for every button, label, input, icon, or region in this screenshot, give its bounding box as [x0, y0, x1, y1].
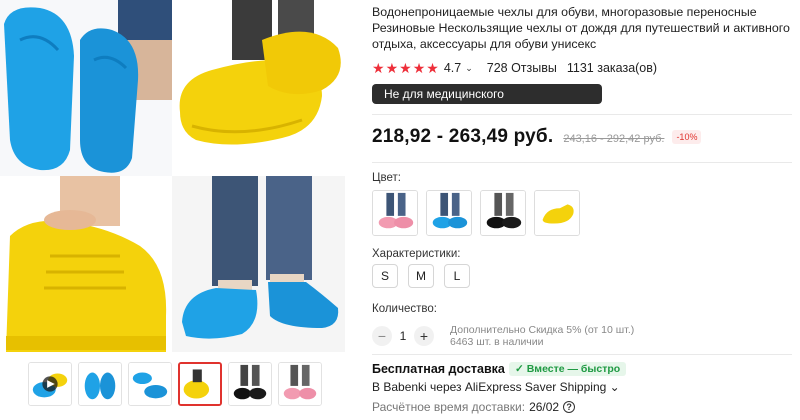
- star-icon: ★: [426, 60, 439, 76]
- orders-count: 1131 заказа(ов): [566, 61, 658, 75]
- color-swatch-pink[interactable]: [372, 190, 418, 236]
- quantity-stepper: − 1 + Дополнительно Скидка 5% (от 10 шт.…: [372, 324, 634, 348]
- size-label: Характеристики:: [372, 248, 461, 260]
- quantity-value[interactable]: 1: [392, 329, 414, 343]
- shipping-badge: ✓ Вместе — быстро: [509, 362, 627, 376]
- star-icon: ★: [399, 60, 412, 76]
- help-icon[interactable]: ?: [563, 401, 576, 413]
- stock-count: 6463 шт. в наличии: [450, 336, 544, 348]
- chevron-down-icon[interactable]: ⌄: [465, 63, 473, 74]
- rating-stars: ★ ★ ★ ★ ★: [372, 61, 439, 75]
- product-image-blue-on-feet[interactable]: [172, 176, 345, 352]
- color-label: Цвет:: [372, 172, 401, 184]
- star-icon: ★: [385, 60, 399, 76]
- thumbnail-yellow-active[interactable]: [178, 362, 222, 406]
- product-image-yellow-soles[interactable]: [172, 0, 345, 176]
- bulk-discount-note: Дополнительно Скидка 5% (от 10 шт.): [450, 324, 635, 336]
- size-option-l[interactable]: L: [444, 264, 470, 288]
- rating-value: 4.7: [443, 61, 462, 75]
- divider: [372, 162, 792, 163]
- color-swatch-yellow[interactable]: [534, 190, 580, 236]
- size-option-s[interactable]: S: [372, 264, 398, 288]
- thumbnail-pink[interactable]: [278, 362, 322, 406]
- color-swatch-black[interactable]: [480, 190, 526, 236]
- shipping-method-select[interactable]: В Babenki через AliExpress Saver Shippin…: [372, 380, 620, 394]
- color-options: [372, 190, 580, 236]
- star-icon: ★: [412, 60, 426, 76]
- quantity-minus-button[interactable]: −: [372, 326, 392, 346]
- size-options: S M L: [372, 264, 470, 288]
- divider: [372, 114, 792, 115]
- product-image-yellow-on-hands[interactable]: [0, 176, 172, 352]
- medical-notice-badge: Не для медицинского использования: [372, 84, 602, 115]
- product-gallery: [0, 0, 345, 355]
- quantity-plus-button[interactable]: +: [414, 326, 434, 346]
- product-title: Водонепроницаемые чехлы для обуви, много…: [372, 5, 790, 51]
- delivery-label: Расчётное время доставки:: [372, 400, 526, 414]
- shipping-title: Бесплатная доставка: [372, 362, 505, 376]
- old-price: 243,16 - 292,42 руб.: [563, 133, 665, 145]
- product-image-blue-soles[interactable]: [0, 0, 172, 176]
- divider: [372, 354, 792, 355]
- thumbnail-blue[interactable]: [78, 362, 122, 406]
- rating-row: ★ ★ ★ ★ ★ 4.7 ⌄ 728 Отзывы 1131 заказа(о…: [372, 58, 792, 78]
- color-swatch-blue[interactable]: [426, 190, 472, 236]
- quantity-notes: Дополнительно Скидка 5% (от 10 шт.) 6463…: [450, 324, 634, 348]
- thumbnail-video[interactable]: [28, 362, 72, 406]
- price-row: 218,92 - 263,49 руб. 243,16 - 292,42 руб…: [372, 126, 702, 148]
- delivery-date: 26/02: [529, 400, 560, 414]
- current-price: 218,92 - 263,49 руб.: [372, 126, 554, 147]
- thumbnail-strip: [28, 362, 328, 406]
- reviews-link[interactable]: 728 Отзывы: [487, 61, 557, 75]
- star-icon: ★: [372, 60, 385, 76]
- size-option-m[interactable]: M: [408, 264, 434, 288]
- thumbnail-blue-pair[interactable]: [128, 362, 172, 406]
- product-info: Водонепроницаемые чехлы для обуви, много…: [372, 4, 792, 117]
- quantity-label: Количество:: [372, 303, 437, 315]
- discount-badge: -10%: [672, 130, 702, 144]
- delivery-estimate: Расчётное время доставки: 26/02 ?: [372, 400, 576, 414]
- thumbnail-black[interactable]: [228, 362, 272, 406]
